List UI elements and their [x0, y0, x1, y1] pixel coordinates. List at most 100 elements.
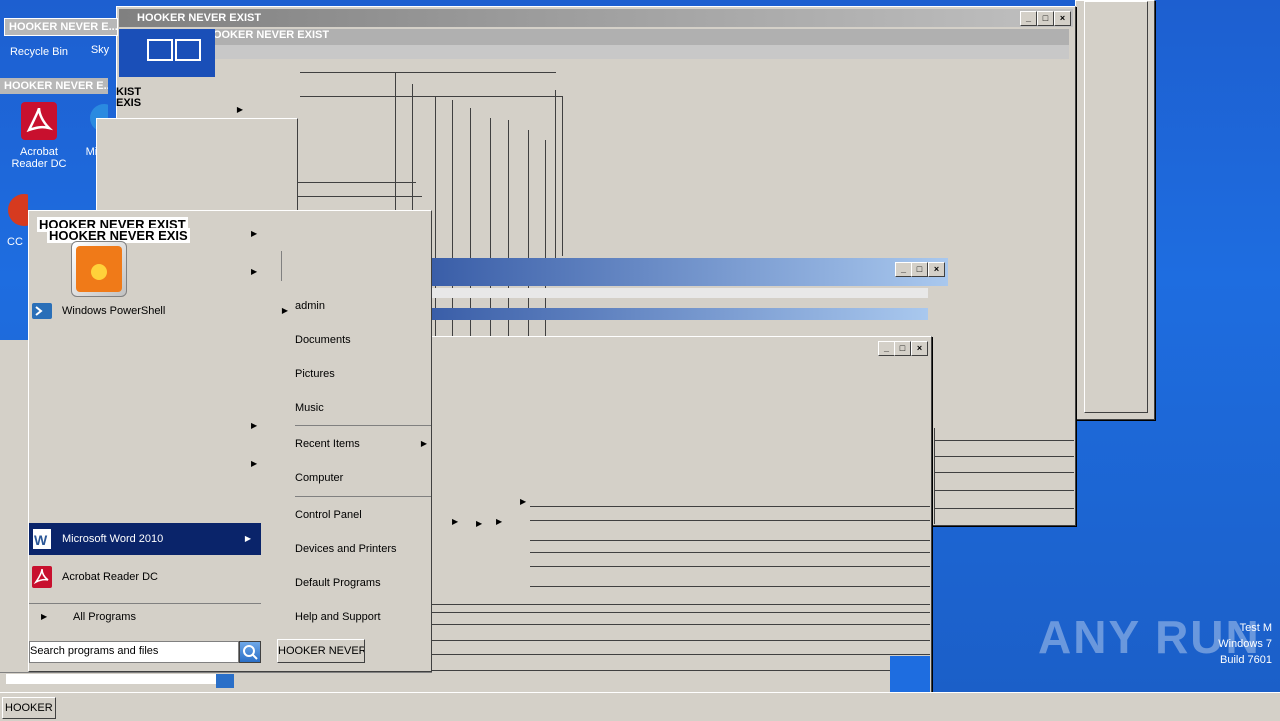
- program-item-label: Windows PowerShell: [62, 305, 166, 317]
- close-button[interactable]: ×: [928, 262, 945, 277]
- ghost-strip: [432, 288, 928, 298]
- program-item-label: Acrobat Reader DC: [62, 571, 158, 583]
- program-item-label: Microsoft Word 2010: [62, 533, 164, 545]
- places-item-label: Control Panel: [295, 509, 362, 521]
- ghost-submenu: ▶: [96, 105, 298, 212]
- maximize-button[interactable]: □: [894, 341, 911, 356]
- start-menu-places: admin Documents Pictures Music Recent It…: [277, 211, 431, 671]
- places-item-label: Default Programs: [295, 577, 381, 589]
- places-item-label: Help and Support: [295, 611, 381, 623]
- ghost-window: [1075, 0, 1155, 420]
- places-item-pictures[interactable]: Pictures: [295, 359, 431, 389]
- chevron-right-icon: ▶: [251, 267, 258, 276]
- glitch-line: [530, 552, 930, 553]
- shutdown-label: HOOKER NEVER EXIS: [278, 645, 365, 657]
- maximize-button[interactable]: □: [911, 262, 928, 277]
- program-item-acrobat[interactable]: Acrobat Reader DC: [29, 561, 294, 593]
- glitch-line: [300, 96, 562, 97]
- minimize-button[interactable]: _: [895, 262, 912, 277]
- glitch-line: [296, 182, 416, 183]
- program-item-word[interactable]: W Microsoft Word 2010: [29, 523, 258, 555]
- search-icon[interactable]: [239, 641, 261, 663]
- start-menu[interactable]: HOOKER NEVER EXIST HOOKER NEVER EXIS ▶ ▶…: [28, 210, 432, 672]
- desktop-icon-label: Recycle Bin: [9, 46, 69, 58]
- places-item-recent-items[interactable]: Recent Items ▶: [295, 429, 431, 459]
- desktop-icon-acrobat[interactable]: Acrobat Reader DC: [2, 100, 76, 170]
- ccleaner-icon: [2, 190, 40, 234]
- ghost-title-chip: HOOKER NEVER E...: [0, 78, 108, 94]
- glitch-line: [395, 72, 396, 212]
- taskbar-button[interactable]: HOOKER NEVER: [2, 697, 56, 719]
- places-item-admin[interactable]: admin: [295, 291, 431, 321]
- places-item-devices-printers[interactable]: Devices and Printers: [295, 534, 431, 564]
- glitch-line: [934, 440, 1074, 441]
- glitch-line: [430, 624, 930, 625]
- close-button[interactable]: ×: [911, 341, 928, 356]
- ghost-titlebar: HOOKER NEVER EXIST: [119, 29, 1069, 45]
- search-input[interactable]: Search programs and files: [29, 641, 239, 663]
- ghost-strip: [432, 308, 928, 320]
- places-item-computer[interactable]: Computer: [295, 463, 431, 493]
- chevron-right-icon: ▶: [452, 517, 459, 526]
- main-window-titlebar[interactable]: HOOKER NEVER EXIST: [119, 9, 1073, 27]
- minimize-button[interactable]: _: [878, 341, 895, 356]
- watermark-line: Windows 7: [1218, 638, 1272, 650]
- ghost-titlebar-text: HOOKER NEVER EXIST: [205, 29, 330, 41]
- chevron-right-icon[interactable]: ▶: [235, 523, 261, 555]
- user-picture[interactable]: [71, 241, 127, 297]
- places-item-control-panel[interactable]: Control Panel: [295, 500, 431, 530]
- chevron-right-icon: ▶: [420, 439, 427, 448]
- places-item-label: Computer: [295, 472, 344, 484]
- glitch-line: [530, 566, 930, 567]
- desktop-icon-label: CC: [7, 236, 23, 248]
- glitch-fragment-text: EXIS: [116, 97, 142, 109]
- ghost-title-chip-text: HOOKER NEVER E...: [9, 21, 118, 33]
- places-item-label: Recent Items: [295, 438, 360, 450]
- ghost-icon-frame: [147, 39, 173, 61]
- glitch-line: [934, 508, 1074, 509]
- places-item-documents[interactable]: Documents: [295, 325, 431, 355]
- places-item-help-support[interactable]: Help and Support: [295, 602, 431, 632]
- desktop-icon-ccleaner[interactable]: CC: [0, 190, 40, 248]
- acrobat-icon: [17, 100, 61, 144]
- minimize-button[interactable]: _: [1020, 11, 1037, 26]
- glitch-line: [430, 604, 930, 605]
- chevron-right-icon: ▶: [251, 459, 258, 468]
- desktop-icon-label: Acrobat Reader DC: [11, 146, 67, 170]
- svg-text:W: W: [34, 532, 48, 548]
- chevron-right-icon: ▶: [251, 229, 258, 238]
- ghost-window-edge: [0, 340, 29, 692]
- chevron-right-icon: ▶: [496, 517, 503, 526]
- powershell-icon: [31, 301, 53, 321]
- secondary-window-titlebar[interactable]: [433, 339, 929, 357]
- menu-separator: [295, 425, 431, 426]
- glitch-line: [300, 72, 556, 73]
- shutdown-button[interactable]: HOOKER NEVER EXIS: [277, 639, 365, 663]
- watermark-line: Test M: [1239, 622, 1272, 634]
- glitch-line: [530, 520, 930, 521]
- watermark-line: Build 7601: [1220, 654, 1272, 666]
- ghost-titlebar-2: [119, 45, 1069, 59]
- places-item-label: Devices and Printers: [295, 543, 397, 555]
- ghost-search-fragment: [6, 674, 216, 684]
- close-button[interactable]: ×: [1054, 11, 1071, 26]
- glitch-line: [530, 506, 930, 507]
- glitch-line: [430, 670, 930, 671]
- start-menu-programs: HOOKER NEVER EXIST HOOKER NEVER EXIS ▶ ▶…: [29, 211, 288, 671]
- search-placeholder: Search programs and files: [30, 645, 159, 657]
- places-item-label: Documents: [295, 334, 351, 346]
- ghost-title-chip-text: HOOKER NEVER E...: [4, 80, 108, 92]
- menu-separator: [281, 251, 282, 281]
- word-icon: W: [31, 527, 53, 551]
- glitch-line: [430, 640, 930, 641]
- desktop-icon-skype[interactable]: Sky: [80, 44, 120, 56]
- places-item-default-programs[interactable]: Default Programs: [295, 568, 431, 598]
- glitch-line: [934, 472, 1074, 473]
- all-programs-button[interactable]: ▶ All Programs: [29, 601, 305, 633]
- taskbar-button-label: HOOKER NEVER: [5, 702, 55, 714]
- places-item-label: Music: [295, 402, 324, 414]
- program-item-powershell[interactable]: Windows PowerShell ▶: [29, 295, 294, 327]
- places-item-music[interactable]: Music: [295, 393, 431, 423]
- watermark-build-info: Test M Windows 7 Build 7601: [1206, 620, 1272, 668]
- maximize-button[interactable]: □: [1037, 11, 1054, 26]
